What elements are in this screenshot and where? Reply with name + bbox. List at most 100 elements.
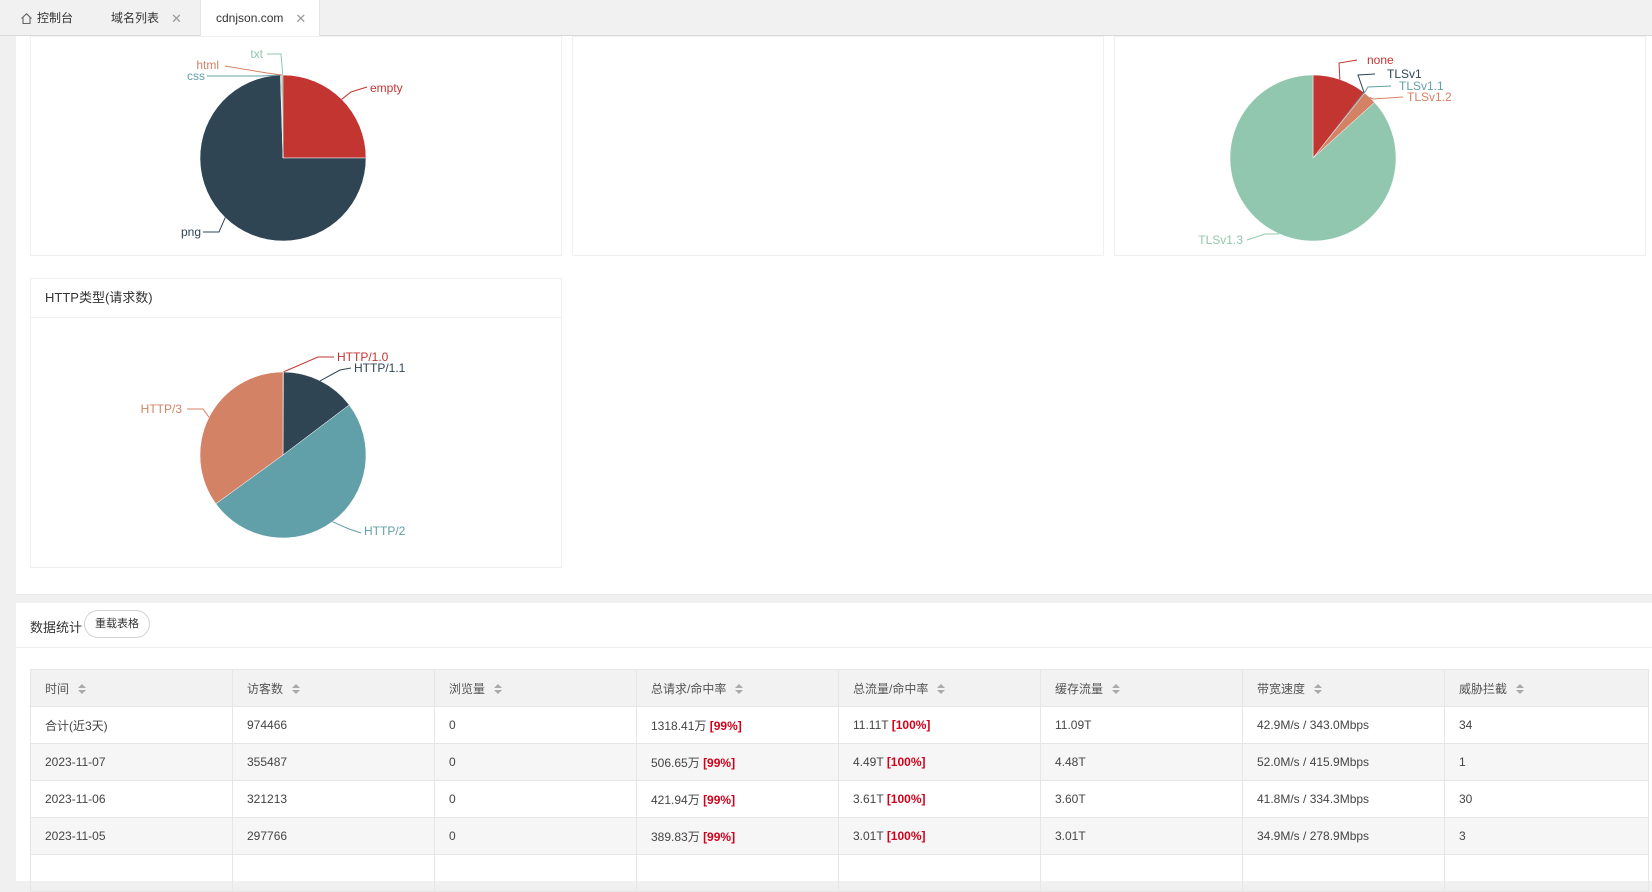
slice-label: TLSv1.3 <box>1198 233 1243 247</box>
column-header[interactable]: 总请求/命中率 <box>636 669 839 707</box>
tls-pie-chart: noneTLSv1TLSv1.1TLSv1.2TLSv1.3 <box>1198 53 1452 247</box>
table-cell: 3.01T [100%] <box>838 817 1041 855</box>
cell-value: 34.9M/s / 278.9Mbps <box>1257 829 1370 843</box>
cell-value: 355487 <box>247 755 288 769</box>
cell-value: 3.60T <box>1055 792 1086 806</box>
slice-label: html <box>196 58 219 72</box>
table-cell <box>434 854 637 892</box>
column-header[interactable]: 浏览量 <box>434 669 637 707</box>
column-header-label: 总请求/命中率 <box>651 681 727 696</box>
empty-chart-card <box>572 36 1104 256</box>
table-cell: 0 <box>434 706 637 744</box>
slice-label: HTTP/1.1 <box>354 361 406 375</box>
cell-value: 11.09T <box>1055 718 1092 732</box>
table-cell: 4.48T <box>1040 743 1243 781</box>
table-cell: 34 <box>1444 706 1649 744</box>
hit-rate: [100%] <box>886 755 926 769</box>
slice-label: png <box>181 225 201 239</box>
column-header[interactable]: 带宽速度 <box>1242 669 1445 707</box>
close-icon[interactable]: ✕ <box>171 1 182 37</box>
cell-value: 3.61T <box>853 792 884 806</box>
cell-value: 41.8M/s / 334.3Mbps <box>1257 792 1370 806</box>
table-cell <box>1040 854 1243 892</box>
table-cell: 41.8M/s / 334.3Mbps <box>1242 780 1445 818</box>
table-row <box>30 854 1649 892</box>
sort-icon[interactable] <box>1313 683 1323 695</box>
column-header-label: 威胁拦截 <box>1459 681 1508 696</box>
tls-chart-card: none TLSv1 TLSv1.1 TLSv1.2 TLSv1.3 <box>1114 36 1646 256</box>
column-header[interactable]: 总流量/命中率 <box>838 669 1041 707</box>
stats-title: 数据统计 <box>30 620 83 635</box>
table-cell: 4.49T [100%] <box>838 743 1041 781</box>
hit-rate: [99%] <box>703 792 736 807</box>
cell-value: 0 <box>449 829 456 843</box>
cell-value: 1 <box>1459 755 1466 769</box>
column-header-label: 总流量/命中率 <box>853 681 929 696</box>
table-cell: 421.94万 [99%] <box>636 780 839 818</box>
column-header-label: 时间 <box>45 681 70 696</box>
cell-value: 3.01T <box>1055 829 1086 843</box>
table-cell: 2023-11-07 <box>30 743 233 781</box>
close-icon[interactable]: ✕ <box>295 1 306 37</box>
table-cell <box>636 854 839 892</box>
column-header[interactable]: 缓存流量 <box>1040 669 1243 707</box>
table-cell: 11.11T [100%] <box>838 706 1041 744</box>
sort-icon[interactable] <box>77 683 87 695</box>
sort-icon[interactable] <box>291 683 301 695</box>
cell-value: 52.0M/s / 415.9Mbps <box>1257 755 1370 769</box>
cell-value: 506.65万 <box>651 755 700 770</box>
cell-value: 0 <box>449 718 456 732</box>
label-line <box>1364 85 1392 94</box>
stats-header: 数据统计 重载表格 <box>16 603 1652 648</box>
table-row: 2023-11-05 297766 0 389.83万 [99%] 3.01T [100… <box>30 817 1649 855</box>
slice-label: HTTP/2 <box>364 524 406 538</box>
table-cell: 3.01T <box>1040 817 1243 855</box>
table-cell: 1 <box>1444 743 1649 781</box>
slice-label: HTTP/3 <box>141 402 183 416</box>
table-cell: 0 <box>434 743 637 781</box>
cell-value: 2023-11-05 <box>45 829 106 843</box>
table-cell: 52.0M/s / 415.9Mbps <box>1242 743 1445 781</box>
sort-icon[interactable] <box>493 683 503 695</box>
tab-label: 域名列表 <box>111 11 160 25</box>
cell-value: 2023-11-06 <box>45 792 106 806</box>
sort-icon[interactable] <box>1111 683 1121 695</box>
sort-icon[interactable] <box>936 683 946 695</box>
column-header[interactable]: 访客数 <box>232 669 435 707</box>
cell-value: 3.01T <box>853 829 884 843</box>
cell-value: 4.49T <box>853 755 884 769</box>
table-cell: 0 <box>434 780 637 818</box>
label-line <box>283 356 334 373</box>
reload-table-button[interactable]: 重载表格 <box>84 610 150 638</box>
stats-panel: 数据统计 重载表格 时间 访客数 浏览量 总请求/命中率 总流量/命中率 缓存流量 带宽速度… <box>16 603 1652 892</box>
cell-value: 合计(近3天) <box>45 718 108 733</box>
table-cell: 3.60T <box>1040 780 1243 818</box>
column-header[interactable]: 威胁拦截 <box>1444 669 1649 707</box>
table-cell: 2023-11-05 <box>30 817 233 855</box>
table-cell: 30 <box>1444 780 1649 818</box>
http-type-pie-chart: HTTP/1.0HTTP/1.1HTTP/2HTTP/3 <box>141 350 406 539</box>
table-cell: 3 <box>1444 817 1649 855</box>
file-type-chart-card: empty png css html txt <box>30 36 562 256</box>
sort-icon[interactable] <box>734 683 744 695</box>
table-header-row: 时间 访客数 浏览量 总请求/命中率 总流量/命中率 缓存流量 带宽速度 威胁拦截 <box>30 669 1649 707</box>
table-cell: 355487 <box>232 743 435 781</box>
column-header-label: 访客数 <box>247 681 284 696</box>
tab-domain-list[interactable]: 域名列表 ✕ <box>111 0 182 36</box>
tab-label: cdnjson.com <box>216 11 284 25</box>
column-header[interactable]: 时间 <box>30 669 233 707</box>
label-line <box>341 86 368 100</box>
tab-label: 控制台 <box>37 11 74 25</box>
table-cell: 34.9M/s / 278.9Mbps <box>1242 817 1445 855</box>
sort-icon[interactable] <box>1515 683 1525 695</box>
main-content: empty png css html txt none TLSv1 TLSv1.1 TLSv1… <box>16 36 1652 892</box>
hit-rate: [100%] <box>886 792 926 806</box>
tab-cdnjson[interactable]: cdnjson.com ✕ <box>200 0 320 37</box>
table-cell: 2023-11-06 <box>30 780 233 818</box>
tab-dashboard[interactable]: 控制台 <box>20 0 73 36</box>
cell-value: 321213 <box>247 792 288 806</box>
pie-slice-empty[interactable] <box>282 74 367 159</box>
slice-label: empty <box>370 81 403 95</box>
stats-table: 时间 访客数 浏览量 总请求/命中率 总流量/命中率 缓存流量 带宽速度 威胁拦截 合计(近3… <box>30 669 1649 892</box>
label-line <box>224 65 283 76</box>
